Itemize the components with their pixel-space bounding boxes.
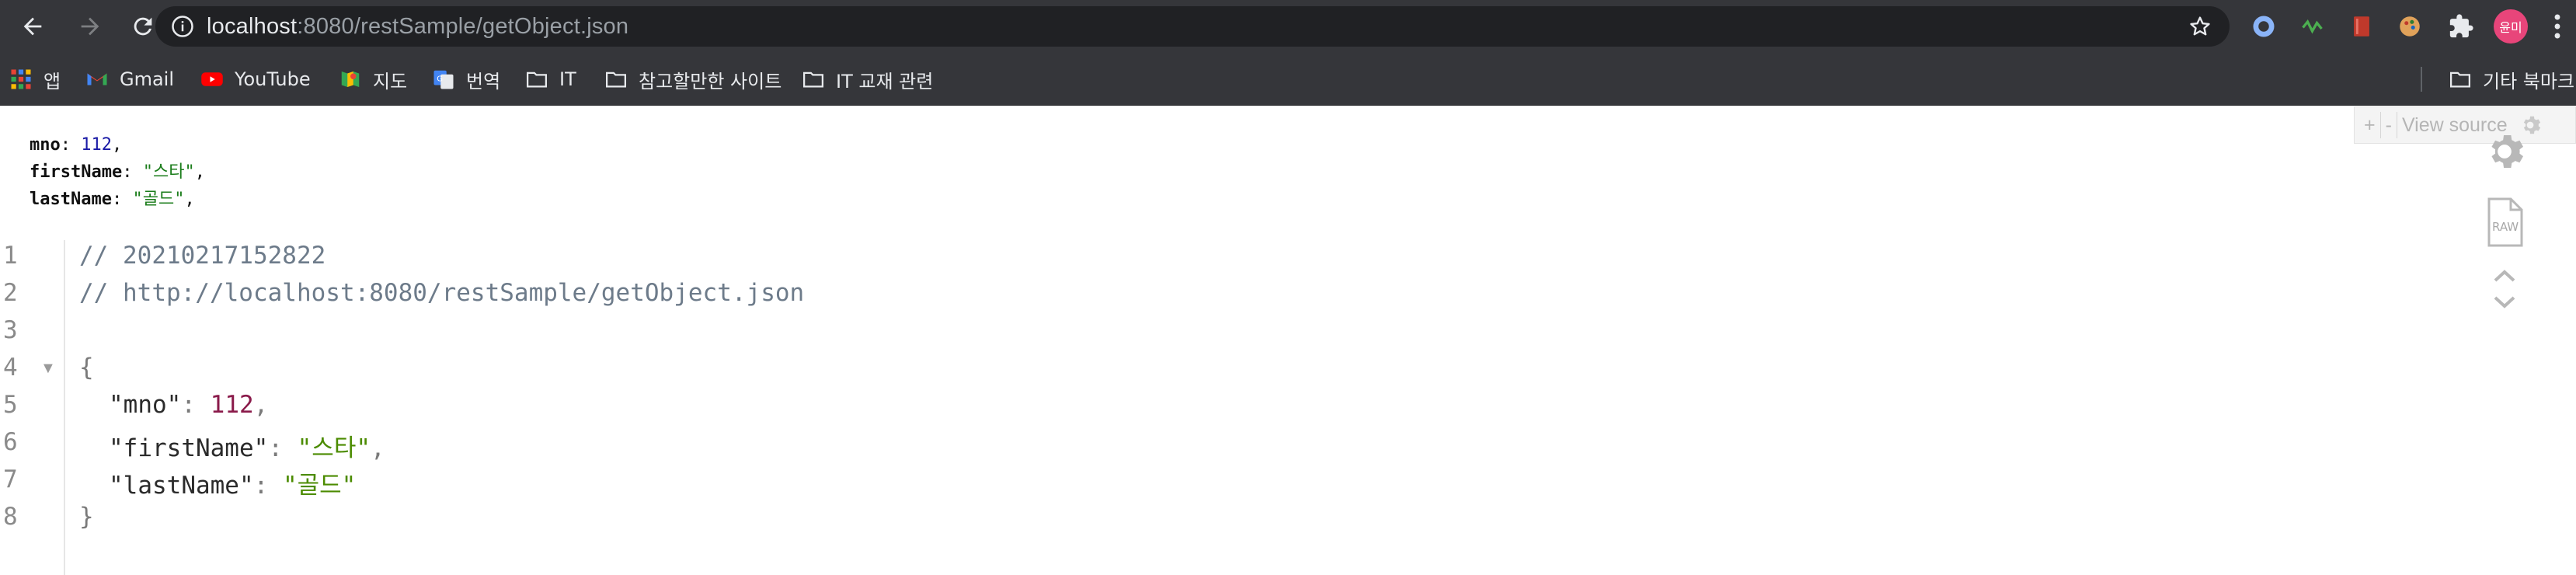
line-number: 2 [3,279,18,307]
timestamp-comment: // 20210217152822 [79,242,326,270]
bookmark-label: 지도 [373,70,408,92]
extensions-button[interactable] [2445,11,2477,42]
star-icon[interactable] [2188,14,2212,39]
bookmark-label: YouTube [235,68,311,90]
browser-toolbar: localhost:8080/restSample/getObject.json… [0,0,2576,53]
controls-divider [2379,112,2381,138]
json-key: "lastName" [109,472,254,500]
settings-gear-icon[interactable] [2483,130,2526,173]
preview-value: "스타" [142,162,195,182]
bookmark-gmail[interactable]: Gmail [85,64,174,95]
bookmark-label: Gmail [120,68,175,90]
forward-button[interactable] [67,3,113,50]
line-number: 3 [3,316,18,344]
preview-row: lastName: "골드", [30,190,195,209]
line-number: 1 [3,242,18,270]
apps-grid-icon [9,68,33,91]
arrow-left-icon [23,17,42,36]
collapse-all-button[interactable]: - [2386,114,2392,137]
extension-circle-icon [2253,16,2275,37]
line-number: 6 [3,428,18,456]
bookmark-label: IT [559,68,576,90]
json-entry: "lastName": "골드" [109,472,357,500]
preview-value: "골드" [132,190,185,209]
extension-book-icon [2354,16,2369,37]
bookmark-folder-it-textbook[interactable]: IT 교재 관련 [802,64,933,95]
preview-key: firstName [30,162,123,182]
line-number: 7 [3,465,18,493]
bookmarks-bar: 앱 Gmail YouTube 지도 G 번역 IT 참고할만한 사이트 IT … [0,53,2576,106]
bookmark-folder-reference-sites[interactable]: 참고할만한 사이트 [604,64,782,95]
preview-value: 112 [81,135,112,155]
json-value: "골드" [282,472,357,500]
folder-icon [802,68,825,91]
url-comment: // http://localhost:8080/restSample/getO… [79,279,805,307]
extension-button[interactable] [2394,11,2425,42]
viewer-controls: + - View source [2354,106,2576,144]
bookmark-apps[interactable]: 앱 [9,64,61,95]
url-text[interactable]: localhost:8080/restSample/getObject.json [207,14,628,40]
bookmark-youtube[interactable]: YouTube [200,64,311,95]
bookmarks-divider [2421,67,2422,92]
bookmark-label: 참고할만한 사이트 [639,70,782,92]
folder-icon [2449,68,2472,91]
extension-palette-icon [2400,16,2420,37]
url-host: localhost [207,13,298,39]
svg-text:G: G [437,75,443,84]
arrow-right-icon [81,17,99,36]
json-comma: , [253,391,269,419]
preview-row: mno: 112, [30,135,123,155]
extension-button[interactable] [2248,11,2279,42]
bookmark-folder-other[interactable]: 기타 북마크 [2449,64,2574,95]
youtube-icon [200,68,224,91]
raw-label: RAW [2492,220,2519,234]
bookmark-label: 번역 [466,70,501,92]
translate-icon: G [432,68,455,91]
folder-icon [525,68,548,91]
extension-button[interactable] [2298,11,2329,42]
gmail-icon [85,68,109,91]
info-icon[interactable] [171,15,194,38]
json-value: "스타" [297,434,371,462]
reload-icon [134,17,152,36]
close-brace: } [79,503,94,531]
line-number: 5 [3,391,18,419]
json-viewer-page: mno: 112, firstName: "스타", lastName: "골드… [0,106,2576,575]
extension-wave-icon [2302,19,2323,34]
preview-row: firstName: "스타", [30,162,205,182]
back-button[interactable] [9,3,56,50]
bookmark-label: 기타 북마크 [2483,70,2575,92]
open-brace: { [79,354,94,382]
json-preview: mno: 112, firstName: "스타", lastName: "골드… [30,131,205,213]
line-number: 8 [3,503,18,531]
folder-icon [604,68,628,91]
scroll-arrows-icon[interactable] [2483,262,2526,316]
bookmark-folder-it[interactable]: IT [525,64,576,95]
preview-key: mno [30,135,61,155]
profile-avatar[interactable]: 윤미 [2494,9,2528,44]
preview-key: lastName [30,190,112,209]
more-vert-icon[interactable] [2550,12,2565,40]
json-value: 112 [210,391,254,419]
line-number: 4 [3,354,18,382]
json-key: "firstName" [109,434,269,462]
bookmark-maps[interactable]: 지도 [339,64,407,95]
raw-view-button[interactable]: RAW [2483,197,2526,248]
extension-button[interactable] [2346,11,2377,42]
json-entry: "mno": 112, [109,391,269,419]
fold-toggle-icon[interactable]: ▼ [40,360,56,378]
bookmark-translate[interactable]: G 번역 [432,64,500,95]
maps-icon [339,68,362,91]
json-key: "mno" [109,391,182,419]
bookmark-label: IT 교재 관련 [836,70,934,92]
json-entry: "firstName": "스타", [109,434,385,462]
expand-all-button[interactable]: + [2364,114,2376,137]
url-path: :8080/restSample/getObject.json [297,13,629,39]
bookmark-label: 앱 [44,70,61,92]
puzzle-icon [2449,14,2473,38]
address-bar[interactable]: localhost:8080/restSample/getObject.json [155,6,2230,47]
json-comma: , [371,434,385,462]
